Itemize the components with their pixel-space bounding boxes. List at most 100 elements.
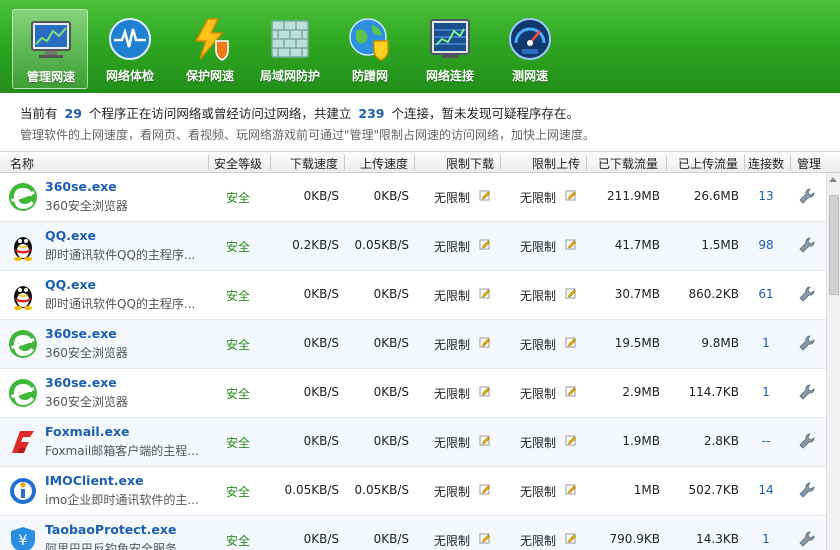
tool-lan-protection[interactable]: 局域网防护 <box>252 9 328 89</box>
column-divider[interactable] <box>586 155 587 170</box>
edit-pencil-icon[interactable] <box>565 336 577 348</box>
edit-limit-download-button[interactable] <box>479 287 491 299</box>
column-divider[interactable] <box>208 155 209 170</box>
connection-count-cell[interactable]: 1 <box>752 385 780 399</box>
manage-button[interactable] <box>798 236 816 254</box>
tool-network-checkup[interactable]: 网络体检 <box>92 9 168 89</box>
header-down-speed[interactable]: 下载速度 <box>290 155 338 172</box>
table-row[interactable]: Foxmail.exe Foxmail邮箱客户端的主程... 安全 0KB/S 0KB/… <box>0 418 826 467</box>
column-divider[interactable] <box>744 155 745 170</box>
edit-pencil-icon[interactable] <box>565 189 577 201</box>
edit-pencil-icon[interactable] <box>565 385 577 397</box>
connection-count-cell[interactable]: 1 <box>752 532 780 546</box>
edit-pencil-icon[interactable] <box>479 238 491 250</box>
edit-pencil-icon[interactable] <box>479 483 491 495</box>
manage-button[interactable] <box>798 432 816 450</box>
wrench-icon[interactable] <box>798 481 816 499</box>
table-row[interactable]: 360se.exe 360安全浏览器 安全 0KB/S 0KB/S 无限制 无限制 2.9MB… <box>0 369 826 418</box>
edit-limit-download-button[interactable] <box>479 336 491 348</box>
header-limit-down[interactable]: 限制下载 <box>446 155 494 172</box>
manage-button[interactable] <box>798 285 816 303</box>
manage-button[interactable] <box>798 481 816 499</box>
table-row[interactable]: 360se.exe 360安全浏览器 安全 0KB/S 0KB/S 无限制 无限制 19.5M… <box>0 320 826 369</box>
column-divider[interactable] <box>270 155 271 170</box>
tool-protect-speed[interactable]: 保护网速 <box>172 9 248 89</box>
header-downloaded[interactable]: 已下载流量 <box>598 155 658 172</box>
edit-limit-upload-button[interactable] <box>565 189 577 201</box>
tool-anti-leech[interactable]: 防蹭网 <box>332 9 408 89</box>
wrench-icon[interactable] <box>798 334 816 352</box>
header-security[interactable]: 安全等级 <box>214 155 262 172</box>
edit-limit-upload-button[interactable] <box>565 238 577 250</box>
header-name[interactable]: 名称 <box>10 155 34 172</box>
manage-button[interactable] <box>798 530 816 548</box>
edit-pencil-icon[interactable] <box>479 532 491 544</box>
manage-button[interactable] <box>798 187 816 205</box>
limit-upload: 无限制 <box>520 240 557 254</box>
edit-limit-upload-button[interactable] <box>565 483 577 495</box>
edit-pencil-icon[interactable] <box>479 385 491 397</box>
table-row[interactable]: IMOClient.exe imo企业即时通讯软件的主... 安全 0.05KB/S 0… <box>0 467 826 516</box>
table-row[interactable]: 360se.exe 360安全浏览器 安全 0KB/S 0KB/S 无限制 无限制 211.9… <box>0 173 826 222</box>
connection-count-cell[interactable]: -- <box>752 434 780 448</box>
tool-speed-test[interactable]: 测网速 <box>492 9 568 89</box>
header-manage[interactable]: 管理 <box>797 155 821 172</box>
connection-count-cell[interactable]: 13 <box>752 189 780 203</box>
edit-pencil-icon[interactable] <box>565 532 577 544</box>
edit-pencil-icon[interactable] <box>479 336 491 348</box>
connection-count-cell[interactable]: 98 <box>752 238 780 252</box>
edit-limit-download-button[interactable] <box>479 434 491 446</box>
edit-pencil-icon[interactable] <box>565 287 577 299</box>
tool-manage-speed[interactable]: 管理网速 <box>12 9 88 89</box>
edit-pencil-icon[interactable] <box>479 287 491 299</box>
edit-limit-download-button[interactable] <box>479 385 491 397</box>
wrench-icon[interactable] <box>798 383 816 401</box>
edit-limit-download-button[interactable] <box>479 532 491 544</box>
uploaded-traffic: 14.3KB <box>696 532 739 546</box>
scroll-thumb[interactable] <box>829 195 839 295</box>
column-divider[interactable] <box>500 155 501 170</box>
limit-upload: 无限制 <box>520 338 557 352</box>
column-divider[interactable] <box>344 155 345 170</box>
edit-limit-upload-button[interactable] <box>565 434 577 446</box>
wrench-icon[interactable] <box>798 236 816 254</box>
edit-pencil-icon[interactable] <box>479 189 491 201</box>
app-icon <box>8 427 38 457</box>
security-level: 安全 <box>226 534 251 548</box>
downloaded-traffic: 2.9MB <box>622 385 660 399</box>
header-uploaded[interactable]: 已上传流量 <box>678 155 738 172</box>
manage-button[interactable] <box>798 334 816 352</box>
manage-button[interactable] <box>798 383 816 401</box>
scroll-up-arrow-icon[interactable] <box>829 177 837 182</box>
column-divider[interactable] <box>666 155 667 170</box>
edit-limit-upload-button[interactable] <box>565 336 577 348</box>
column-divider[interactable] <box>790 155 791 170</box>
edit-limit-upload-button[interactable] <box>565 532 577 544</box>
vertical-scrollbar[interactable] <box>826 173 840 550</box>
edit-limit-download-button[interactable] <box>479 189 491 201</box>
edit-limit-download-button[interactable] <box>479 238 491 250</box>
edit-limit-upload-button[interactable] <box>565 385 577 397</box>
tool-network-connection[interactable]: 网络连接 <box>412 9 488 89</box>
header-limit-up[interactable]: 限制上传 <box>532 155 580 172</box>
table-row[interactable]: QQ.exe 即时通讯软件QQ的主程序... 安全 0.2KB/S 0.05KB/S 无限… <box>0 222 826 271</box>
edit-limit-download-button[interactable] <box>479 483 491 495</box>
edit-pencil-icon[interactable] <box>565 434 577 446</box>
edit-pencil-icon[interactable] <box>479 434 491 446</box>
wrench-icon[interactable] <box>798 285 816 303</box>
360se-icon <box>9 183 37 211</box>
column-divider[interactable] <box>414 155 415 170</box>
edit-pencil-icon[interactable] <box>565 483 577 495</box>
wrench-icon[interactable] <box>798 432 816 450</box>
table-row[interactable]: QQ.exe 即时通讯软件QQ的主程序... 安全 0KB/S 0KB/S 无限制 无限制 3… <box>0 271 826 320</box>
header-connections[interactable]: 连接数 <box>748 155 784 172</box>
edit-limit-upload-button[interactable] <box>565 287 577 299</box>
header-up-speed[interactable]: 上传速度 <box>360 155 408 172</box>
wrench-icon[interactable] <box>798 187 816 205</box>
connection-count-cell[interactable]: 61 <box>752 287 780 301</box>
connection-count-cell[interactable]: 14 <box>752 483 780 497</box>
wrench-icon[interactable] <box>798 530 816 548</box>
connection-count-cell[interactable]: 1 <box>752 336 780 350</box>
table-row[interactable]: ¥ TaobaoProtect.exe 阿里巴巴反钓鱼安全服务 安全 0KB/S 0KB… <box>0 516 826 550</box>
edit-pencil-icon[interactable] <box>565 238 577 250</box>
